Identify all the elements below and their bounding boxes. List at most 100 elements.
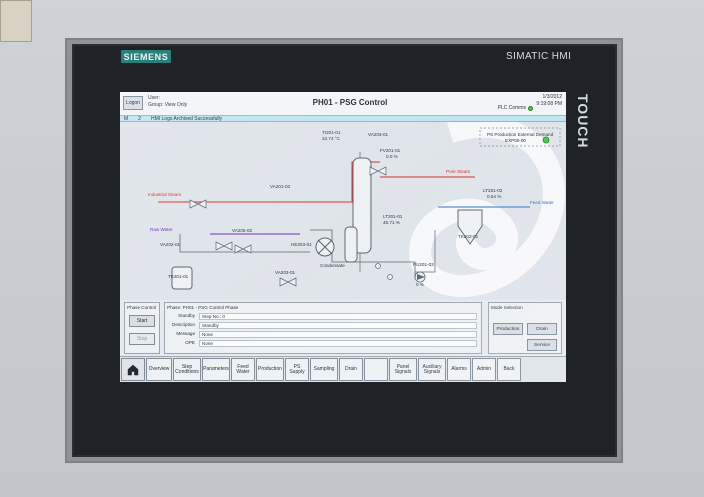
phase-row-key: Description <box>172 322 195 327</box>
nav-parameters-label: Parameters <box>203 366 229 372</box>
phase-row: OPE None <box>167 340 479 348</box>
nav-panel-signals-button[interactable]: Panel Signals <box>389 358 417 381</box>
group-value: View Only <box>164 102 188 108</box>
ti-value: 22.74 °C <box>322 136 340 141</box>
nav-overview-label: Overview <box>148 366 170 372</box>
nav-production-button[interactable]: Production <box>256 358 284 381</box>
nav-empty-button[interactable] <box>364 358 388 381</box>
nav-step-conditions-button[interactable]: Step Conditions <box>173 358 201 381</box>
group-row: Group: View Only <box>148 102 187 109</box>
nav-auxiliary-signals-label: Auxiliary Signals <box>422 363 442 375</box>
phase-row-value: None <box>199 331 477 338</box>
home-button[interactable] <box>121 358 145 381</box>
nav-ps-supply-button[interactable]: PS Supply <box>285 358 309 381</box>
nav-back-button[interactable]: Back <box>497 358 521 381</box>
va-tag-top: VA203-01 <box>368 132 389 137</box>
phase-row: Message None <box>167 331 479 339</box>
mode-drain-label: Drain <box>536 326 548 332</box>
raw-valve-tag: VA202-01 <box>160 242 181 247</box>
small-exchanger <box>344 226 358 263</box>
pure-steam-label: Pure Steam <box>446 169 471 174</box>
phase-panel-title: Phase: PH01 - PSG Control Phase <box>167 305 239 310</box>
simatic-hmi-label: SIMATIC HMI <box>506 51 572 62</box>
nav-alarms-label: Alarms <box>451 366 467 372</box>
instrument-icon-2 <box>387 274 393 280</box>
alarm-message: HMI Logs Archived Successfully <box>150 115 223 122</box>
feed-water-label: Feed Water <box>530 200 554 205</box>
mode-drain-button[interactable]: Drain <box>527 323 557 335</box>
user-label: User: <box>148 95 160 101</box>
nav-feed-water-label: Feed Water <box>236 363 250 375</box>
nav-production-label: Production <box>258 366 282 372</box>
mode-production-button[interactable]: Production <box>493 323 523 335</box>
alarm-col1: M <box>124 115 129 122</box>
nav-step-conditions-label: Step Conditions <box>175 363 199 375</box>
stop-button[interactable]: Stop <box>129 333 155 345</box>
nav-feed-water-button[interactable]: Feed Water <box>231 358 255 381</box>
phase-control-title: Phase Control <box>127 305 157 310</box>
nav-back-label: Back <box>503 366 515 372</box>
nav-overview-button[interactable]: Overview <box>146 358 172 381</box>
phase-row: Standby Step No.: 0 <box>167 313 479 321</box>
touch-label: TOUCH <box>575 94 591 149</box>
mode-service-label: Service <box>534 342 550 348</box>
hmi-screen: Logon User: Group: View Only PH01 - PSG … <box>120 92 566 382</box>
condensate-label: Condensate <box>320 263 345 268</box>
phase-row-key: OPE <box>185 340 195 345</box>
plc-comms-indicator: PLC Comms <box>498 105 533 111</box>
phase-row-key: Standby <box>178 313 195 318</box>
pump-tag: PU201-03 <box>413 262 434 267</box>
start-button[interactable]: Start <box>129 315 155 327</box>
ps-external-demand-label: PS Production External Demand <box>487 132 554 137</box>
logon-button[interactable]: Logon <box>123 96 143 110</box>
phase-row: Description Standby <box>167 322 479 330</box>
valve-tag-mid: VA205-02 <box>232 228 253 233</box>
nav-ps-supply-label: PS Supply <box>289 363 305 375</box>
date-text: 1/3/2012 <box>542 94 562 100</box>
phase-control-panel: Phase Control Start Stop <box>124 302 160 354</box>
alarm-col2: 2 <box>138 115 141 122</box>
raw-water-label: Raw Water <box>150 227 173 232</box>
plc-comms-label: PLC Comms <box>497 105 526 111</box>
fv-tag: FV201-01 <box>380 148 401 153</box>
level-tag: LT201-01 <box>383 214 403 219</box>
nav-admin-label: Admin <box>476 366 492 372</box>
group-label: Group: <box>148 102 164 108</box>
plc-status-icon <box>528 105 533 111</box>
fill-value: 0.54 % <box>487 194 502 199</box>
hmi-topbar: Logon User: Group: View Only PH01 - PSG … <box>120 92 566 116</box>
nav-panel-signals-label: Panel Signals <box>394 363 412 375</box>
start-button-label: Start <box>136 318 148 324</box>
mode-production-label: Production <box>496 326 520 332</box>
industrial-steam-label: Industrial Steam <box>148 192 182 197</box>
pump-value: 0 % <box>416 282 424 287</box>
mode-selection-panel: Mode Selection Production Drain Service <box>488 302 562 354</box>
phase-status-panel: Phase: PH01 - PSG Control Phase Standby … <box>164 302 482 354</box>
ti-tag: TI201-01 <box>322 130 341 135</box>
nav-auxiliary-signals-button[interactable]: Auxiliary Signals <box>418 358 446 381</box>
instrument-icon-1 <box>375 263 381 269</box>
user-info: User: Group: View Only <box>148 95 187 109</box>
mode-selection-title: Mode Selection <box>491 305 523 310</box>
mode-service-button[interactable]: Service <box>527 339 557 351</box>
nav-parameters-button[interactable]: Parameters <box>202 358 230 381</box>
nav-sampling-label: Sampling <box>313 366 335 372</box>
nav-alarms-button[interactable]: Alarms <box>447 358 471 381</box>
nav-drain-label: Drain <box>345 366 357 372</box>
phase-row-value: Standby <box>199 322 477 329</box>
wall-label <box>0 0 32 42</box>
process-diagram: Industrial Steam Pure Steam Feed Water R… <box>120 122 566 300</box>
logon-button-label: Logon <box>126 100 140 106</box>
ps-demand-status-icon <box>542 136 550 144</box>
hmi-bottom-panels: Phase Control Start Stop Phase: PH01 - P… <box>120 300 566 356</box>
time-text: 9:19:08 PM <box>536 101 562 107</box>
nav-sampling-button[interactable]: Sampling <box>310 358 338 381</box>
siemens-logo: SIEMENS <box>121 50 171 63</box>
phase-row-value: None <box>199 340 477 347</box>
tank-left-tag: TK201-01 <box>168 274 189 279</box>
home-icon <box>127 364 139 375</box>
nav-drain-button[interactable]: Drain <box>339 358 363 381</box>
stop-button-label: Stop <box>136 336 148 342</box>
nav-admin-button[interactable]: Admin <box>472 358 496 381</box>
date-time: 1/3/2012 9:19:08 PM <box>536 94 562 108</box>
